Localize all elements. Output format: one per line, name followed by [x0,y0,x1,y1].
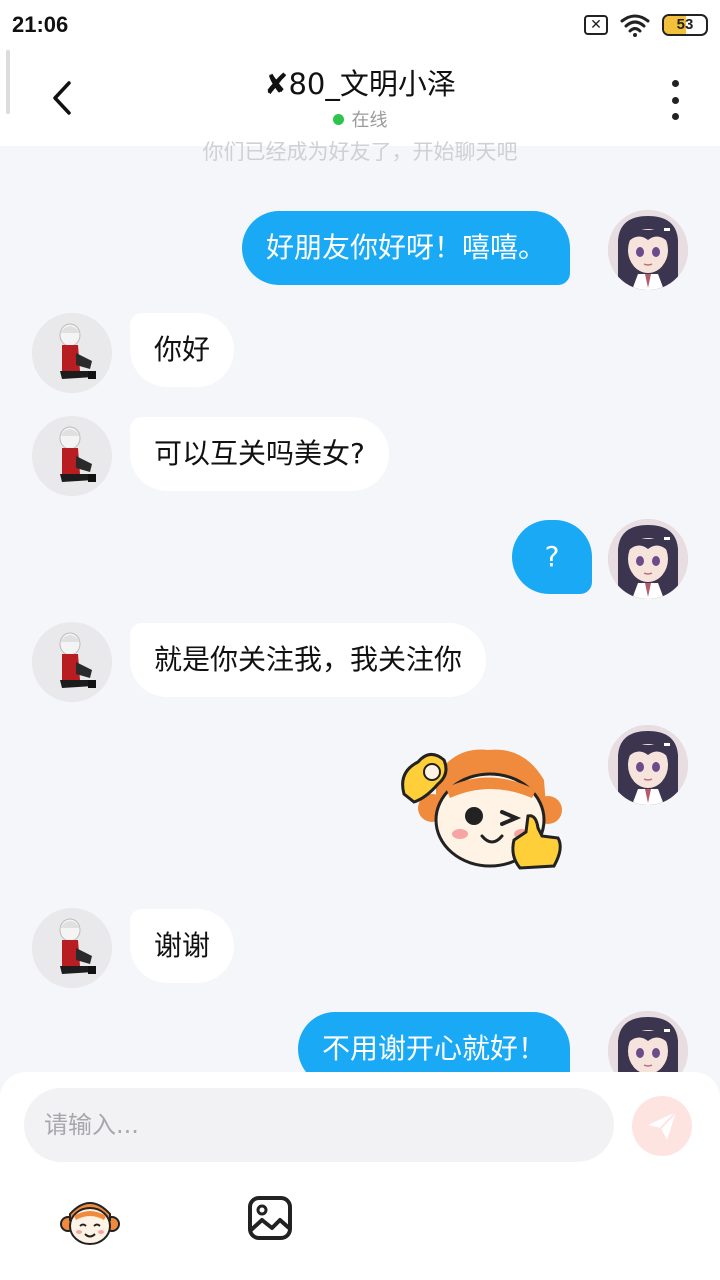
online-status-text: 在线 [351,110,388,131]
online-dot-icon [332,113,344,125]
monkey-wink-thumbs-up-sticker[interactable] [396,736,566,876]
online-status: 在线 [140,106,580,132]
message-bubble[interactable]: 可以互关吗美女? [130,417,389,491]
contact-name: 80_文明小泽 [288,67,456,101]
contact-avatar[interactable] [32,313,112,393]
contact-avatar[interactable] [32,908,112,988]
my-avatar[interactable] [608,519,688,599]
system-note: 你们已经成为好友了，开始聊天吧 [202,140,518,164]
message-bubble[interactable]: 好朋友你好呀！嘻嘻。 [242,211,571,285]
battery-level: 53 [676,16,694,33]
wifi-icon [620,14,650,37]
message-bubble[interactable]: 谢谢 [130,909,235,983]
message-bubble[interactable]: 你好 [130,313,235,387]
chat-title-block: ✘80_文明小泽 在线 [140,64,580,132]
chat-header: ✘80_文明小泽 在线 [0,50,720,146]
chat-title: ✘80_文明小泽 [140,64,580,104]
battery-icon: 53 [662,14,708,36]
emoji-button[interactable] [60,1190,120,1250]
image-picker-button[interactable] [246,1194,294,1242]
title-prefix: ✘ [264,67,289,101]
back-chevron-icon [53,81,71,115]
sim-x-icon: ✕ [584,15,608,35]
back-button[interactable] [40,72,84,124]
send-button[interactable] [632,1096,692,1156]
send-paper-plane-icon [648,1111,677,1140]
contact-avatar[interactable] [32,416,112,496]
contact-avatar[interactable] [32,622,112,702]
my-avatar[interactable] [608,210,688,290]
more-button[interactable] [660,80,690,120]
status-bar: 21:06 ✕ 53 [0,0,720,50]
more-vertical-icon [671,80,679,87]
emoji-monkey-icon [60,1202,120,1245]
status-time: 21:06 [12,12,69,37]
composer [0,1072,720,1280]
message-bubble[interactable]: 就是你关注我，我关注你 [130,623,487,697]
message-bubble[interactable]: ? [512,520,592,594]
my-avatar[interactable] [608,725,688,805]
status-icons: ✕ 53 [584,12,708,38]
edge-handle [6,50,10,114]
message-input[interactable] [24,1088,614,1162]
image-picker-icon [248,1196,292,1240]
